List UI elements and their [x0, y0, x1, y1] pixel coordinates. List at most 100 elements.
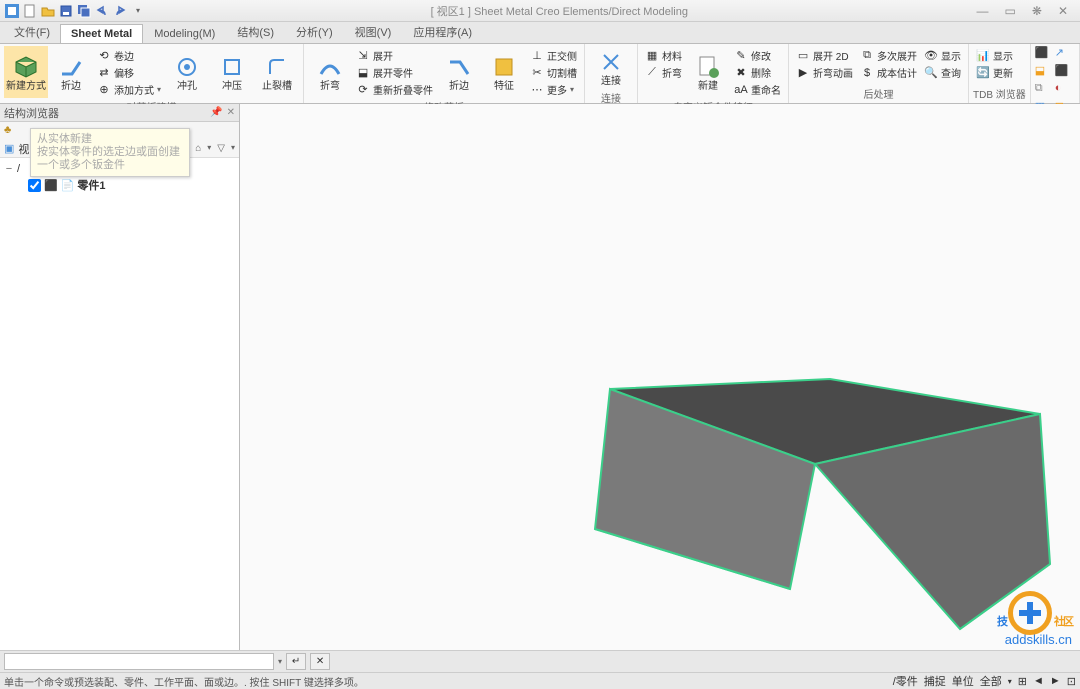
fold-button[interactable]: 折边 [49, 46, 93, 98]
multi-unfold-button[interactable]: ⧉多次展开 [857, 47, 920, 64]
punch-button[interactable]: 冲孔 [165, 46, 209, 98]
material-button[interactable]: ▦材料 [642, 47, 685, 64]
structure-tree[interactable]: − / ⬛ 📄 零件1 [0, 158, 239, 650]
command-bar: ▾ ↵ ✕ [0, 650, 1080, 672]
status-next-icon[interactable]: ► [1050, 675, 1061, 687]
tab-sheet-metal[interactable]: Sheet Metal [60, 24, 143, 43]
tab-application[interactable]: 应用程序(A) [402, 20, 483, 43]
help-button[interactable]: ❋ [1028, 4, 1046, 18]
stamp-button[interactable]: 冲压 [210, 46, 254, 98]
unfold-part-icon: ⬓ [356, 66, 370, 80]
window-title: [ 视区1 ] Sheet Metal Creo Elements/Direct… [146, 3, 973, 19]
open-icon[interactable] [40, 3, 56, 19]
feature-button[interactable]: 特征 [482, 46, 526, 98]
status-view1-icon[interactable]: ⊞ [1018, 675, 1027, 688]
cut-icon: ✂ [530, 66, 544, 80]
part-checkbox[interactable] [28, 179, 41, 192]
fold2-button[interactable]: 折边 [437, 46, 481, 98]
unfold2d-icon: ▭ [796, 49, 810, 63]
more-button[interactable]: ⋯更多▾ [527, 81, 580, 98]
save-icon[interactable] [58, 3, 74, 19]
tab-structure[interactable]: 结构(S) [226, 20, 285, 43]
unfold-part-button[interactable]: ⬓展开零件 [353, 64, 436, 81]
new-mode-button[interactable]: 新建方式 [4, 46, 48, 98]
modify-button[interactable]: ✎修改 [731, 47, 784, 64]
display-button[interactable]: 📊显示 [973, 47, 1016, 64]
unfold-icon: ⇲ [356, 49, 370, 63]
quick-access-toolbar: ▾ [4, 3, 146, 19]
tree-icon[interactable]: ♣ [4, 124, 11, 136]
bend-button[interactable]: 折弯 [308, 46, 352, 98]
refold-button[interactable]: ⟳重新折叠零件 [353, 81, 436, 98]
tab-analysis[interactable]: 分析(Y) [285, 20, 344, 43]
offset-button[interactable]: ⇄偏移 [94, 64, 164, 81]
qat-dropdown-icon[interactable]: ▾ [130, 3, 146, 19]
file-tab[interactable]: 文件(F) [4, 21, 60, 43]
add-mode-button[interactable]: ⊕添加方式▾ [94, 81, 164, 98]
app-icon[interactable] [4, 3, 20, 19]
ribbon-group-modify: 折弯 ⇲展开 ⬓展开零件 ⟳重新折叠零件 折边 特征 ⊥正交侧 ✂切割槽 ⋯更多… [304, 44, 585, 103]
lance-button[interactable]: 止裂槽 [255, 46, 299, 98]
util-icon-4[interactable]: ⬛ [1055, 64, 1073, 80]
util-icon-1[interactable]: ⬛ [1035, 46, 1053, 62]
3d-viewport[interactable] [240, 104, 1080, 650]
cancel-cmd-button[interactable]: ✕ [310, 653, 330, 670]
lance-icon [263, 53, 291, 81]
bend2-button[interactable]: ⟋折弯 [642, 64, 685, 81]
punch-icon [173, 53, 201, 81]
delete-button[interactable]: ✖删除 [731, 64, 784, 81]
rename-button[interactable]: aA重命名 [731, 81, 784, 98]
anim-button[interactable]: ▶折弯动画 [793, 64, 856, 81]
tab-view[interactable]: 视图(V) [344, 20, 403, 43]
ribbon: 新建方式 折边 ⟲卷边 ⇄偏移 ⊕添加方式▾ 冲孔 冲压 止裂槽 对薄板建模 折… [0, 44, 1080, 104]
ribbon-group-model: 新建方式 折边 ⟲卷边 ⇄偏移 ⊕添加方式▾ 冲孔 冲压 止裂槽 对薄板建模 [0, 44, 304, 103]
part-icon: ⬛ [44, 179, 58, 192]
ortho-icon: ⊥ [530, 49, 544, 63]
status-dropdown-icon[interactable]: ▾ [1008, 677, 1012, 686]
command-input[interactable] [4, 653, 274, 670]
unfold-button[interactable]: ⇲展开 [353, 47, 436, 64]
rename-icon: aA [734, 83, 748, 97]
connect-icon [597, 48, 625, 76]
tree-part[interactable]: ⬛ 📄 零件1 [4, 176, 235, 194]
util-icon-6[interactable]: ◐ [1055, 82, 1073, 98]
new2-button[interactable]: 新建 [686, 46, 730, 98]
undo-icon[interactable] [94, 3, 110, 19]
show-button[interactable]: 👁显示 [921, 47, 964, 64]
ribbon-tabs: 文件(F) Sheet Metal Modeling(M) 结构(S) 分析(Y… [0, 22, 1080, 44]
maximize-button[interactable]: ▭ [1001, 4, 1020, 18]
cut-button[interactable]: ✂切割槽 [527, 64, 580, 81]
offset-icon: ⇄ [97, 66, 111, 80]
title-bar: ▾ [ 视区1 ] Sheet Metal Creo Elements/Dire… [0, 0, 1080, 22]
status-prev-icon[interactable]: ◄ [1033, 675, 1044, 687]
pin-icon[interactable]: 📌 [210, 107, 222, 118]
enter-button[interactable]: ↵ [286, 653, 306, 670]
hem-button[interactable]: ⟲卷边 [94, 47, 164, 64]
minimize-button[interactable]: — [973, 4, 993, 18]
home-icon[interactable]: ⌂ [195, 143, 201, 154]
refold-icon: ⟳ [356, 83, 370, 97]
tooltip: 从实体新建 按实体零件的选定边或面创建 一个或多个钣金件 [30, 128, 190, 177]
connect-button[interactable]: 连接 [589, 46, 633, 89]
collapse-icon[interactable]: − [4, 163, 14, 175]
tab-modeling[interactable]: Modeling(M) [143, 24, 226, 43]
ortho-button[interactable]: ⊥正交侧 [527, 47, 580, 64]
update-button[interactable]: 🔄更新 [973, 64, 1016, 81]
panel-header: 结构浏览器 📌✕ [0, 104, 239, 122]
query-button[interactable]: 🔍查询 [921, 64, 964, 81]
ribbon-group-custom: ▦材料 ⟋折弯 新建 ✎修改 ✖删除 aA重命名 自定义钣金件特征 [638, 44, 789, 103]
bend-icon [316, 53, 344, 81]
util-icon-2[interactable]: ↗ [1055, 46, 1073, 62]
util-icon-3[interactable]: ⬓ [1035, 64, 1053, 80]
close-button[interactable]: ✕ [1054, 4, 1072, 18]
new-icon[interactable] [22, 3, 38, 19]
status-end-icon[interactable]: ⊡ [1067, 675, 1076, 688]
saveall-icon[interactable] [76, 3, 92, 19]
cost-button[interactable]: $成本估计 [857, 64, 920, 81]
panel-close-icon[interactable]: ✕ [227, 107, 235, 118]
unfold2d-button[interactable]: ▭展开 2D [793, 47, 856, 64]
filter-icon[interactable]: ▽ [217, 143, 225, 154]
util-icon-5[interactable]: ⧉ [1035, 82, 1053, 98]
redo-icon[interactable] [112, 3, 128, 19]
structure-browser: 结构浏览器 📌✕ ♣ ▣ 视区1 ⌂▾ ▽▾ − / ⬛ 📄 零件1 [0, 104, 240, 650]
